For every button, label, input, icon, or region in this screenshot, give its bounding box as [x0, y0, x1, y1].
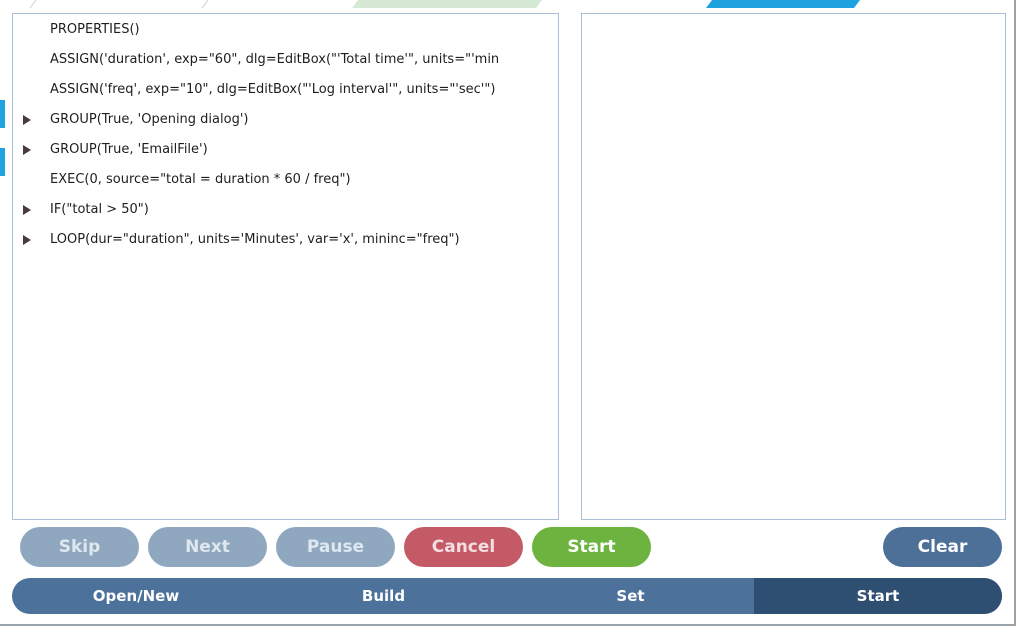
next-button[interactable]: Next: [148, 527, 267, 567]
script-line-text: IF("total > 50"): [50, 202, 149, 217]
script-line[interactable]: EXEC(0, source="total = duration * 60 / …: [13, 168, 558, 192]
clear-button[interactable]: Clear: [883, 527, 1002, 567]
script-line-text: GROUP(True, 'Opening dialog'): [50, 112, 249, 127]
side-tab-marker-1[interactable]: [0, 100, 5, 128]
script-line[interactable]: LOOP(dur="duration", units='Minutes', va…: [13, 228, 558, 252]
script-line-text: EXEC(0, source="total = duration * 60 / …: [50, 172, 351, 187]
expand-arrow-icon[interactable]: [23, 235, 31, 245]
script-line[interactable]: PROPERTIES(): [13, 18, 558, 42]
script-tree-panel[interactable]: PROPERTIES() ASSIGN('duration', exp="60"…: [12, 13, 559, 520]
top-tab-strip: [29, 0, 860, 8]
expand-arrow-icon[interactable]: [23, 205, 31, 215]
side-tab-marker-2[interactable]: [0, 148, 5, 176]
pause-button[interactable]: Pause: [276, 527, 395, 567]
start-button[interactable]: Start: [532, 527, 651, 567]
script-line[interactable]: GROUP(True, 'EmailFile'): [13, 138, 558, 162]
script-line-text: ASSIGN('duration', exp="60", dlg=EditBox…: [50, 52, 500, 67]
script-line[interactable]: IF("total > 50"): [13, 198, 558, 222]
output-panel[interactable]: [581, 13, 1006, 520]
expand-arrow-icon[interactable]: [23, 115, 31, 125]
expand-arrow-icon[interactable]: [23, 145, 31, 155]
nav-build[interactable]: Build: [260, 578, 507, 614]
script-line[interactable]: ASSIGN('duration', exp="60", dlg=EditBox…: [13, 48, 558, 72]
script-line-text: GROUP(True, 'EmailFile'): [50, 142, 208, 157]
nav-start[interactable]: Start: [754, 578, 1002, 614]
script-line-text: LOOP(dur="duration", units='Minutes', va…: [50, 232, 460, 247]
bottom-nav: Open/New Build Set Start: [12, 578, 1002, 614]
script-line[interactable]: ASSIGN('freq', exp="10", dlg=EditBox("'L…: [13, 78, 558, 102]
script-line-text: ASSIGN('freq', exp="10", dlg=EditBox("'L…: [50, 82, 496, 97]
cancel-button[interactable]: Cancel: [404, 527, 523, 567]
nav-set[interactable]: Set: [507, 578, 754, 614]
nav-open-new[interactable]: Open/New: [12, 578, 260, 614]
skip-button[interactable]: Skip: [20, 527, 139, 567]
script-line-text: PROPERTIES(): [50, 22, 140, 37]
script-line[interactable]: GROUP(True, 'Opening dialog'): [13, 108, 558, 132]
